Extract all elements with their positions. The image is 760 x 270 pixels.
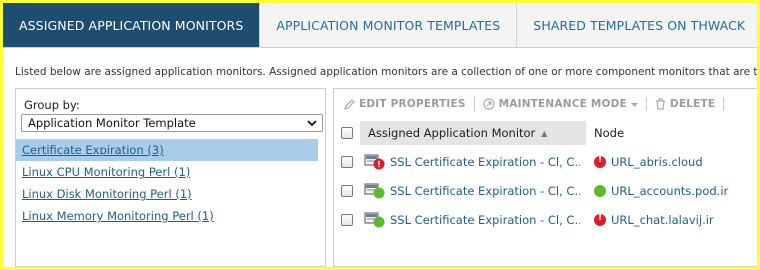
- row-checkbox[interactable]: [341, 213, 353, 226]
- monitor-link[interactable]: SSL Certificate Expiration - Cl, C...: [390, 155, 580, 169]
- maintenance-mode-label: MAINTENANCE MODE: [498, 98, 627, 110]
- toolbar: EDIT PROPERTIES MAINTENANCE MODE DELETE: [334, 89, 757, 119]
- node-status-down-icon: [594, 213, 606, 226]
- node-status-down-icon: [594, 155, 606, 168]
- node-link[interactable]: URL_chat.lalavij.ir: [611, 213, 714, 227]
- delete-button[interactable]: DELETE: [655, 98, 715, 110]
- pencil-icon: [344, 98, 355, 110]
- group-by-select[interactable]: Application Monitor Template: [21, 114, 323, 132]
- table-row: SSL Certificate Expiration - Cl, C... UR…: [334, 147, 757, 176]
- toolbar-divider: [723, 97, 725, 111]
- chevron-down-icon: [307, 120, 317, 127]
- application-monitor-up-icon: [364, 212, 385, 227]
- node-link[interactable]: URL_accounts.pod.ir: [611, 184, 728, 198]
- group-item-linux-memory[interactable]: Linux Memory Monitoring Perl (1): [16, 205, 325, 227]
- sort-ascending-icon: ▲: [541, 128, 548, 138]
- group-item-linux-disk[interactable]: Linux Disk Monitoring Perl (1): [16, 183, 325, 205]
- toolbar-divider: [473, 97, 475, 111]
- monitor-table-body: SSL Certificate Expiration - Cl, C... UR…: [334, 147, 757, 234]
- toolbar-divider: [645, 97, 647, 111]
- group-by-panel: Group by: Application Monitor Template C…: [15, 88, 326, 267]
- column-header-monitor-label: Assigned Application Monitor: [368, 126, 536, 140]
- table-row: SSL Certificate Expiration - Cl, C... UR…: [334, 205, 757, 234]
- caret-down-icon: [630, 102, 638, 107]
- maintenance-mode-button[interactable]: MAINTENANCE MODE: [483, 98, 638, 110]
- delete-label: DELETE: [669, 98, 716, 110]
- row-checkbox[interactable]: [341, 184, 353, 197]
- trash-icon: [655, 98, 665, 110]
- page-description: Listed below are assigned application mo…: [15, 66, 757, 78]
- application-monitor-down-icon: [364, 154, 385, 169]
- group-by-label: Group by:: [24, 98, 80, 112]
- monitors-panel: EDIT PROPERTIES MAINTENANCE MODE DELETE: [333, 88, 757, 267]
- monitor-link[interactable]: SSL Certificate Expiration - Cl, C...: [390, 213, 580, 227]
- app-frame: ASSIGNED APPLICATION MONITORS APPLICATIO…: [3, 3, 757, 267]
- node-link[interactable]: URL_abris.cloud: [611, 155, 703, 169]
- table-header: Assigned Application Monitor ▲ Node: [334, 121, 757, 145]
- tab-assigned-application-monitors[interactable]: ASSIGNED APPLICATION MONITORS: [3, 3, 261, 47]
- group-item-linux-cpu[interactable]: Linux CPU Monitoring Perl (1): [16, 161, 325, 183]
- tab-bar: ASSIGNED APPLICATION MONITORS APPLICATIO…: [3, 3, 757, 48]
- node-status-up-icon: [594, 184, 606, 197]
- tab-shared-templates-on-thwack[interactable]: SHARED TEMPLATES ON THWACK: [517, 3, 757, 47]
- application-monitor-up-icon: [364, 183, 385, 198]
- select-all-checkbox[interactable]: [341, 127, 353, 139]
- edit-properties-button[interactable]: EDIT PROPERTIES: [344, 98, 466, 110]
- maintenance-icon: [483, 98, 495, 110]
- group-item-certificate-expiration[interactable]: Certificate Expiration (3): [16, 139, 318, 161]
- group-list: Certificate Expiration (3) Linux CPU Mon…: [16, 139, 325, 227]
- edit-properties-label: EDIT PROPERTIES: [359, 98, 466, 110]
- group-by-selected-value: Application Monitor Template: [28, 116, 196, 130]
- table-row: SSL Certificate Expiration - Cl, C... UR…: [334, 176, 757, 205]
- column-header-monitor[interactable]: Assigned Application Monitor ▲: [360, 121, 586, 145]
- column-header-node[interactable]: Node: [586, 126, 624, 140]
- monitor-link[interactable]: SSL Certificate Expiration - Cl, C...: [390, 184, 580, 198]
- tab-application-monitor-templates[interactable]: APPLICATION MONITOR TEMPLATES: [260, 3, 518, 47]
- row-checkbox[interactable]: [341, 155, 353, 168]
